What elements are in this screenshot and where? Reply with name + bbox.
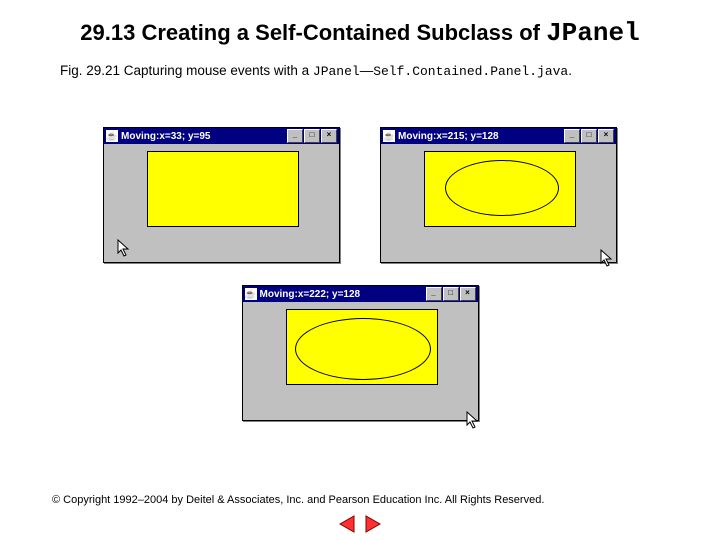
minimize-button[interactable]: _ xyxy=(564,129,580,143)
title-coords: x=33; y=95 xyxy=(159,131,210,142)
self-contained-panel[interactable] xyxy=(147,151,299,227)
java-cup-icon: ☕ xyxy=(245,288,257,300)
client-area[interactable] xyxy=(244,303,477,419)
minimize-button[interactable]: _ xyxy=(287,129,303,143)
close-button[interactable]: × xyxy=(321,129,337,143)
drawn-oval xyxy=(295,318,431,380)
caption-code-file: Self.Contained.Panel.java xyxy=(373,64,568,79)
title-prefix: Moving: xyxy=(260,289,298,300)
titlebar: ☕ Moving: x=215; y=128 _ □ × xyxy=(381,128,616,144)
title-prefix: Moving: xyxy=(398,131,436,142)
maximize-button[interactable]: □ xyxy=(304,129,320,143)
caption-suffix: . xyxy=(568,63,572,78)
close-button[interactable]: × xyxy=(460,287,476,301)
app-window-3: ☕ Moving: x=222; y=128 _ □ × xyxy=(242,285,479,421)
close-button[interactable]: × xyxy=(598,129,614,143)
copyright-text: © Copyright 1992–2004 by Deitel & Associ… xyxy=(52,494,544,506)
client-area[interactable] xyxy=(382,145,615,261)
heading-text: 29.13 Creating a Self-Contained Subclass… xyxy=(80,20,546,45)
maximize-button[interactable]: □ xyxy=(581,129,597,143)
self-contained-panel[interactable] xyxy=(424,151,576,227)
figure-caption: Fig. 29.21 Capturing mouse events with a… xyxy=(0,49,720,89)
caption-code-jpanel: JPanel xyxy=(313,64,360,79)
drawn-oval xyxy=(445,160,559,216)
titlebar: ☕ Moving: x=222; y=128 _ □ × xyxy=(243,286,478,302)
app-window-1: ☕ Moving: x=33; y=95 _ □ × xyxy=(103,127,340,263)
section-heading: 29.13 Creating a Self-Contained Subclass… xyxy=(0,0,720,49)
java-cup-icon: ☕ xyxy=(383,130,395,142)
app-window-2: ☕ Moving: x=215; y=128 _ □ × xyxy=(380,127,617,263)
caption-mid: — xyxy=(360,63,374,78)
prev-slide-button[interactable] xyxy=(337,514,357,534)
next-slide-button[interactable] xyxy=(363,514,383,534)
titlebar: ☕ Moving: x=33; y=95 _ □ × xyxy=(104,128,339,144)
title-coords: x=215; y=128 xyxy=(436,131,498,142)
title-prefix: Moving: xyxy=(121,131,159,142)
maximize-button[interactable]: □ xyxy=(443,287,459,301)
self-contained-panel[interactable] xyxy=(286,309,438,385)
minimize-button[interactable]: _ xyxy=(426,287,442,301)
client-area[interactable] xyxy=(105,145,338,261)
heading-code: JPanel xyxy=(546,18,640,48)
slide-nav xyxy=(0,514,720,534)
java-cup-icon: ☕ xyxy=(106,130,118,142)
caption-prefix: Fig. 29.21 Capturing mouse events with a xyxy=(60,63,313,78)
title-coords: x=222; y=128 xyxy=(298,289,360,300)
